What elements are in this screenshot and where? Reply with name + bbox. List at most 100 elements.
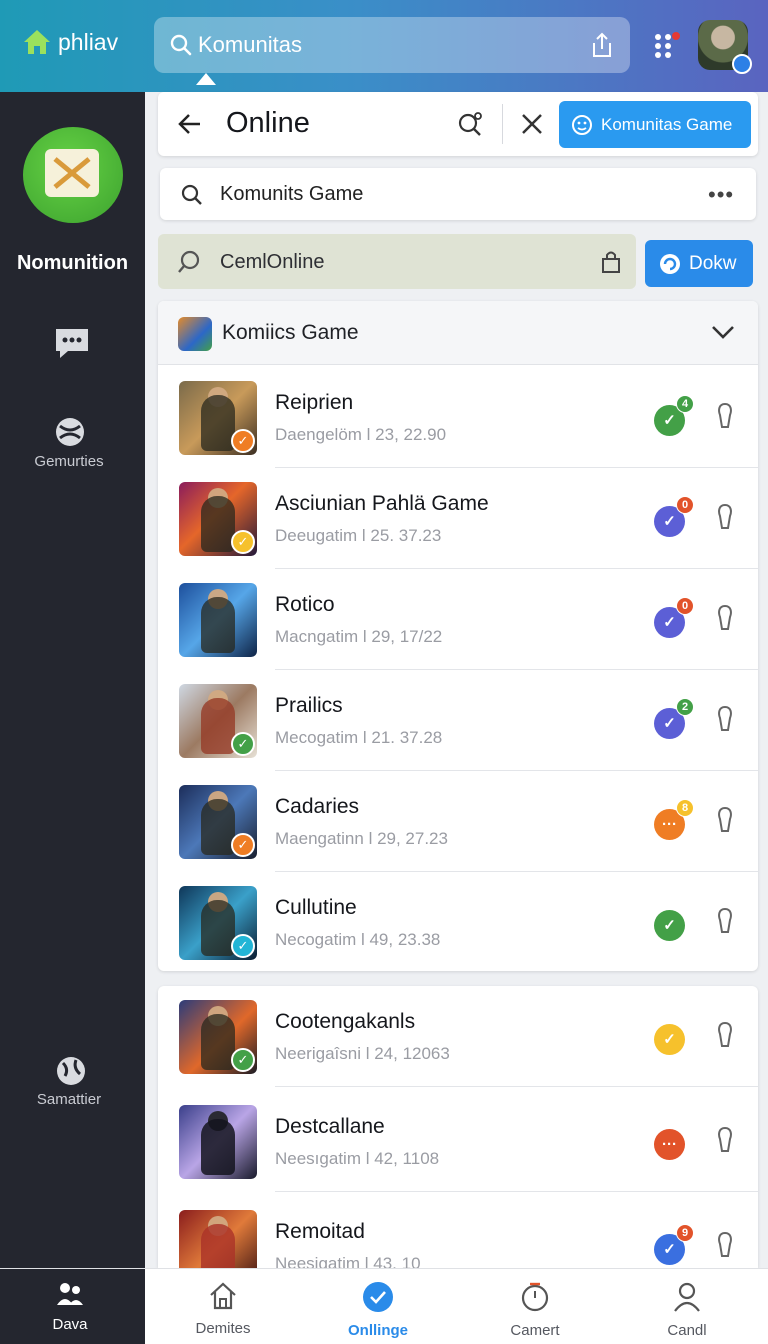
top-bar: phliav Komunitas — [0, 0, 768, 92]
game-thumbnail — [179, 1210, 257, 1268]
close-icon — [522, 114, 542, 134]
brand-name: phliav — [58, 28, 119, 55]
home-icon — [24, 30, 50, 54]
logo-card-icon — [45, 149, 99, 197]
nav-label: Dava — [52, 1316, 88, 1333]
world-icon[interactable] — [54, 1054, 88, 1093]
community-search-input[interactable]: Komunits Game ••• — [160, 168, 756, 220]
list-item[interactable]: Remoitad Neesigatim l 43, 10 ✓ 9 — [158, 1196, 758, 1268]
game-name: Cadaries — [275, 795, 360, 818]
user-icon — [674, 1282, 700, 1312]
check-icon: ✓ — [231, 1048, 255, 1072]
nav-item-online[interactable]: Onllinge — [318, 1281, 438, 1339]
pin-icon[interactable] — [714, 1020, 736, 1055]
check-icon: ✓ — [231, 429, 255, 453]
komunitas-button-label: Komunitas Game — [601, 114, 733, 134]
nav-item-profile[interactable]: Candl — [627, 1281, 747, 1339]
game-name: Remoitad — [275, 1220, 365, 1243]
list-item[interactable]: ✓ Cootengakanls Neerigaîsni l 24, 12063 … — [158, 986, 758, 1087]
list-item[interactable]: ✓ Cullutine Necogatim l 49, 23.38 ✓ — [158, 872, 758, 971]
close-button[interactable] — [518, 110, 546, 143]
game-meta: Neesıgatim l 42, 1108 — [275, 1149, 440, 1168]
timer-icon — [521, 1282, 549, 1312]
game-thumbnail: ✓ — [179, 482, 257, 556]
check-icon: ✓ — [231, 934, 255, 958]
search-icon — [170, 34, 192, 56]
brand[interactable]: phliav — [22, 28, 118, 56]
page-header: Online Komunitas Game — [158, 92, 758, 156]
list-item[interactable]: ✓ Asciunian Pahlä Game Deeugatim l 25. 3… — [158, 468, 758, 569]
nav-label: Candl — [667, 1322, 707, 1339]
game-thumbnail — [179, 1105, 257, 1179]
nav-label: Camert — [510, 1322, 560, 1339]
header-search-button[interactable] — [456, 110, 484, 143]
pin-icon[interactable] — [714, 805, 736, 840]
app-logo[interactable] — [23, 127, 123, 223]
search-refresh-icon — [458, 112, 482, 136]
top-search-text: Komunitas — [198, 32, 302, 57]
komunitas-game-button[interactable]: Komunitas Game — [559, 101, 751, 148]
game-list-secondary: ✓ Cootengakanls Neerigaîsni l 24, 12063 … — [158, 986, 758, 1268]
nav-item-camera[interactable]: Camert — [475, 1281, 595, 1339]
list-item[interactable]: ✓ Reiprien Daengelöm l 23, 22.90 ✓ 4 — [158, 367, 758, 468]
search-value: Komunits Game — [220, 183, 364, 205]
game-meta: Mecogatim l 21. 37.28 — [275, 728, 443, 747]
search-icon — [180, 183, 204, 212]
refresh-icon — [660, 253, 680, 274]
more-options-button[interactable]: ••• — [708, 182, 734, 208]
grid-icon — [655, 32, 680, 58]
game-meta: Neerigaîsni l 24, 12063 — [275, 1044, 450, 1063]
user-avatar[interactable] — [698, 20, 752, 74]
chat-icon[interactable] — [52, 325, 92, 366]
list-item[interactable]: ✓ Prailics Mecogatim l 21. 37.28 ✓ 2 — [158, 670, 758, 771]
status-check-icon: ✓ — [654, 1024, 685, 1055]
list-item[interactable]: ✓ Cadaries Maengatinn l 29, 27.23 ··· 8 — [158, 771, 758, 872]
divider — [275, 1191, 758, 1192]
top-search-bar[interactable]: Komunitas — [154, 17, 630, 73]
page-title: Online — [226, 107, 310, 139]
count-badge: 4 — [676, 395, 694, 413]
count-badge: 9 — [676, 1224, 694, 1242]
nav-item-dava[interactable]: Dava — [10, 1281, 130, 1333]
back-button[interactable] — [176, 110, 204, 143]
game-thumbnail: ✓ — [179, 1000, 257, 1074]
count-badge: 0 — [676, 496, 694, 514]
filter-value: CemlOnline — [220, 251, 325, 273]
online-filter-input[interactable]: CemlOnline — [158, 234, 636, 289]
pin-icon[interactable] — [714, 502, 736, 537]
game-thumbnail: ✓ — [179, 886, 257, 960]
pin-icon[interactable] — [714, 603, 736, 638]
pin-icon[interactable] — [714, 1125, 736, 1160]
game-name: Rotico — [275, 593, 335, 616]
list-item[interactable]: Rotico Macngatim l 29, 17/22 ✓ 0 — [158, 569, 758, 670]
sidebar-item-label: Samattier — [36, 1091, 102, 1108]
apps-grid-button[interactable] — [650, 30, 682, 62]
game-name: Cullutine — [275, 896, 357, 919]
pin-icon[interactable] — [714, 1230, 736, 1265]
game-meta: Daengelöm l 23, 22.90 — [275, 425, 447, 444]
pin-icon[interactable] — [714, 906, 736, 941]
home-icon — [210, 1282, 236, 1310]
status-more-icon: ··· — [654, 1129, 685, 1160]
dokw-button[interactable]: Dokw — [645, 240, 753, 287]
game-thumbnail: ✓ — [179, 381, 257, 455]
game-group-icon — [178, 317, 212, 351]
nav-item-home[interactable]: Demites — [163, 1281, 283, 1337]
game-meta: Maengatinn l 29, 27.23 — [275, 829, 448, 848]
pin-icon[interactable] — [714, 401, 736, 436]
check-icon: ✓ — [231, 732, 255, 756]
globe-icon[interactable] — [52, 414, 88, 455]
share-icon[interactable] — [590, 31, 614, 59]
game-thumbnail: ✓ — [179, 785, 257, 859]
lock-icon[interactable] — [600, 249, 622, 280]
chevron-down-icon[interactable] — [710, 323, 736, 346]
count-badge: 8 — [676, 799, 694, 817]
game-meta: Deeugatim l 25. 37.23 — [275, 526, 442, 545]
verified-icon — [732, 54, 752, 74]
divider — [275, 1086, 758, 1087]
check-icon: ✓ — [231, 530, 255, 554]
list-item[interactable]: Destcallane Neesıgatim l 42, 1108 ··· — [158, 1091, 758, 1192]
sidebar-title: Nomunition — [16, 252, 129, 274]
group-header[interactable]: Komiics Game — [158, 301, 758, 365]
pin-icon[interactable] — [714, 704, 736, 739]
